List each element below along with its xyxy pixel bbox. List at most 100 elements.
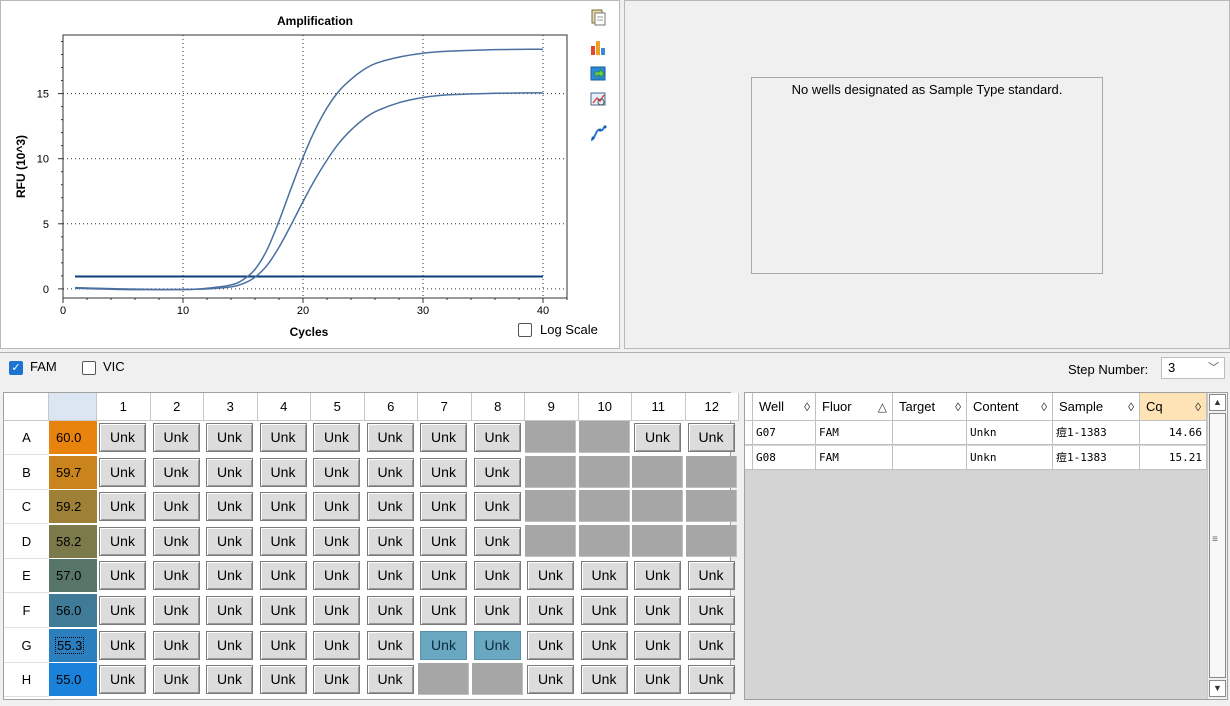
cell-content[interactable]: Unkn [967,446,1053,470]
well-c8[interactable]: Unk [473,492,521,522]
plate-well[interactable]: Unk [632,421,683,453]
plate-well[interactable]: Unk [365,629,416,661]
plate-well[interactable]: Unk [97,525,148,557]
plate-well[interactable]: Unk [472,594,523,626]
well-f10[interactable]: Unk [580,596,628,625]
empty-well[interactable] [525,490,576,523]
empty-well[interactable] [632,524,683,557]
vic-checkbox[interactable] [82,361,96,375]
plate-well[interactable]: Unk [311,629,362,661]
well-f11[interactable]: Unk [634,596,681,625]
well-b3[interactable]: Unk [206,457,253,487]
column-header-content[interactable]: Content ◊ [967,393,1053,421]
plate-well[interactable]: Unk [686,594,737,626]
vertical-scrollbar[interactable]: ▲ ≡ ▼ [1207,393,1227,699]
plate-well[interactable]: Unk [365,559,416,591]
well-e10[interactable]: Unk [580,561,628,591]
fam-checkbox[interactable]: ✓ [9,361,23,375]
well-f12[interactable]: Unk [687,596,735,625]
plate-well[interactable]: Unk [686,421,737,453]
empty-well[interactable] [525,455,576,488]
sort-icon[interactable]: ◊ [1041,393,1047,421]
well-h11[interactable]: Unk [634,665,681,695]
curve-icon[interactable] [588,123,608,143]
plate-well[interactable]: Unk [311,525,362,557]
empty-well[interactable] [632,455,683,488]
plate-well[interactable]: Unk [204,525,255,557]
empty-well[interactable] [471,663,523,696]
plate-well[interactable]: Unk [472,490,523,522]
column-header[interactable]: 11 [632,393,686,421]
well-h10[interactable]: Unk [580,665,628,695]
well-d2[interactable]: Unk [152,526,200,556]
empty-well[interactable] [685,455,737,488]
plate-well[interactable]: Unk [151,490,202,522]
plate-well[interactable]: Unk [472,456,523,488]
plate-well[interactable]: Unk [204,456,255,488]
well-g8[interactable]: Unk [473,630,521,660]
plate-well[interactable]: Unk [97,594,148,626]
cell-content[interactable]: Unkn [967,421,1053,445]
cell-well[interactable]: G07 [753,421,816,445]
empty-well[interactable] [525,421,576,453]
plate-well[interactable]: Unk [204,594,255,626]
plate-well[interactable]: Unk [97,456,148,488]
plate-well[interactable]: Unk [579,559,630,591]
plate-well[interactable]: Unk [258,594,309,626]
well-d3[interactable]: Unk [206,526,253,556]
well-g5[interactable]: Unk [313,630,360,660]
well-d4[interactable]: Unk [259,526,307,556]
empty-well[interactable] [578,421,630,453]
column-header-fluor[interactable]: Fluor △ [816,393,893,421]
empty-well[interactable] [578,490,630,523]
plate-well[interactable]: Unk [365,490,416,522]
scroll-thumb[interactable]: ≡ [1209,413,1226,678]
plate-well[interactable]: Unk [365,525,416,557]
cell-well[interactable]: G08 [753,446,816,470]
plate-well[interactable]: Unk [311,559,362,591]
plate-well[interactable]: Unk [472,421,523,453]
plate-well[interactable]: Unk [97,421,148,453]
well-c2[interactable]: Unk [152,492,200,522]
well-g12[interactable]: Unk [687,630,735,660]
row-selector[interactable] [745,421,753,445]
plate-well[interactable]: Unk [579,594,630,626]
plate-well[interactable]: Unk [579,629,630,661]
well-e7[interactable]: Unk [420,561,467,591]
well-e12[interactable]: Unk [687,561,735,591]
plate-well[interactable]: Unk [365,456,416,488]
plate-well[interactable]: Unk [97,490,148,522]
column-header[interactable]: 5 [311,393,365,421]
plate-well[interactable]: Unk [258,629,309,661]
empty-well[interactable] [685,490,737,523]
plate-well[interactable]: Unk [579,663,630,695]
well-g3[interactable]: Unk [206,630,253,660]
well-f7[interactable]: Unk [420,596,467,625]
plate-well[interactable]: Unk [632,663,683,695]
empty-well[interactable] [578,455,630,488]
well-f2[interactable]: Unk [152,596,200,625]
well-a8[interactable]: Unk [473,423,521,452]
plate-well[interactable]: Unk [151,594,202,626]
plate-well[interactable]: Unk [311,421,362,453]
plate-well[interactable]: Unk [686,663,737,695]
well-g4[interactable]: Unk [259,630,307,660]
plate-well[interactable]: Unk [632,559,683,591]
well-f6[interactable]: Unk [366,596,414,625]
plate-well[interactable]: Unk [204,559,255,591]
step-number-select[interactable]: 3 ﹀ [1161,357,1225,379]
row-header[interactable]: B [4,455,49,490]
well-a3[interactable]: Unk [206,423,253,452]
well-b7[interactable]: Unk [420,457,467,487]
plate-well[interactable]: Unk [472,559,523,591]
column-header[interactable]: 3 [204,393,258,421]
well-e5[interactable]: Unk [313,561,360,591]
plate-well[interactable]: Unk [365,421,416,453]
well-f8[interactable]: Unk [473,596,521,625]
well-g6[interactable]: Unk [366,630,414,660]
column-header[interactable]: 12 [685,393,739,421]
well-b1[interactable]: Unk [99,457,146,487]
well-c3[interactable]: Unk [206,492,253,522]
well-e6[interactable]: Unk [366,561,414,591]
plate-well[interactable]: Unk [151,525,202,557]
